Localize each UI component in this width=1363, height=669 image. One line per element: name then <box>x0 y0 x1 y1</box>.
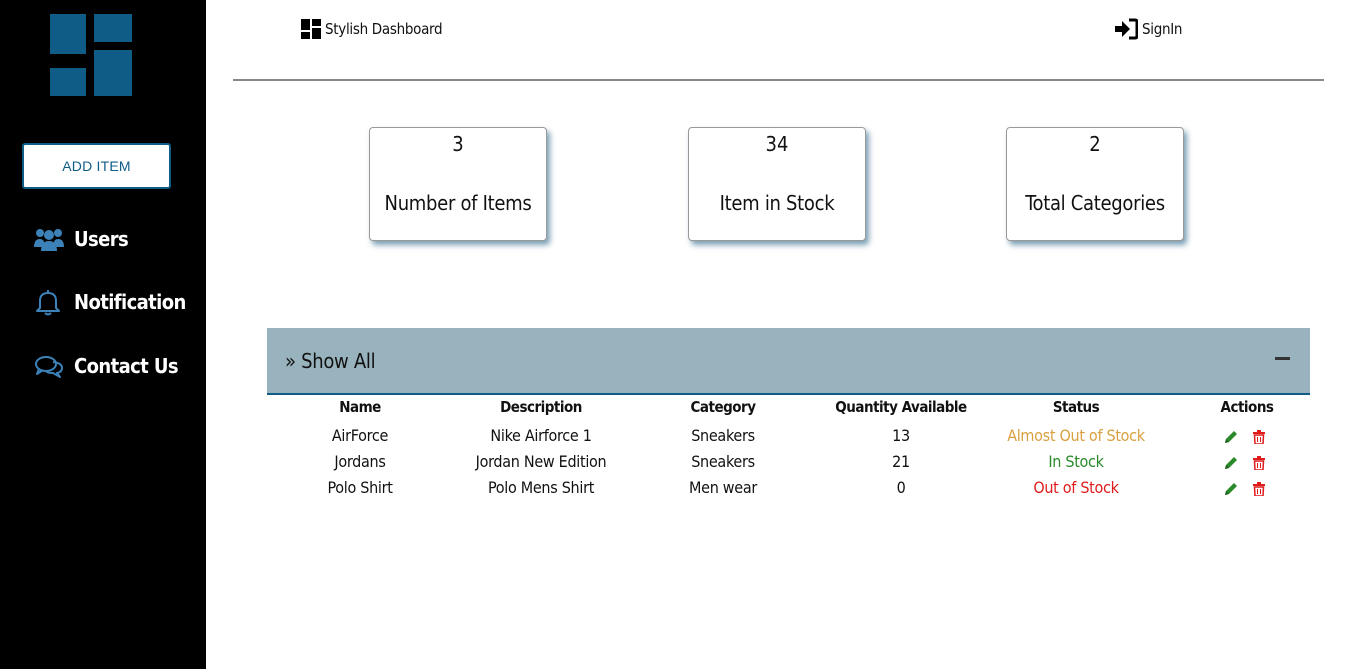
header-divider <box>233 79 1324 81</box>
brand[interactable]: Stylish Dashboard <box>300 18 443 40</box>
column-header: Category <box>690 398 756 416</box>
signin-link[interactable]: SignIn <box>1114 18 1182 40</box>
stat-card-stock: 34 Item in Stock <box>688 127 866 241</box>
brand-title: Stylish Dashboard <box>325 20 443 38</box>
cell-description: Nike Airforce 1 <box>490 426 592 445</box>
cell-name: AirForce <box>331 426 389 445</box>
sign-in-icon <box>1114 18 1139 40</box>
delete-icon[interactable] <box>1251 429 1267 445</box>
delete-icon[interactable] <box>1251 481 1267 497</box>
table-row: Polo Shirt Polo Mens Shirt Men wear 0 Ou… <box>267 478 1310 504</box>
column-header: Description <box>500 398 582 416</box>
panel-title: » Show All <box>285 349 376 373</box>
column-header: Actions <box>1220 398 1274 416</box>
sidebar-item-label: Contact Us <box>74 354 179 378</box>
sidebar-item-label: Users <box>74 227 129 251</box>
edit-icon[interactable] <box>1223 481 1239 497</box>
sidebar-item-contact-us[interactable]: Contact Us <box>34 352 179 380</box>
cell-name: Jordans <box>334 452 386 471</box>
chat-icon <box>34 352 66 380</box>
edit-icon[interactable] <box>1223 455 1239 471</box>
column-header: Status <box>1052 398 1100 416</box>
cell-status: Out of Stock <box>1033 478 1119 497</box>
cell-quantity: 0 <box>896 478 906 497</box>
users-icon <box>34 225 66 253</box>
stat-label: Item in Stock <box>719 191 835 215</box>
stat-label: Number of Items <box>384 191 532 215</box>
sidebar-item-notification[interactable]: Notification <box>34 288 186 316</box>
cell-description: Jordan New Edition <box>475 452 607 471</box>
collapse-icon[interactable] <box>1275 357 1290 360</box>
show-all-panel-header[interactable]: » Show All <box>267 328 1310 395</box>
sidebar: ADD ITEM Users Notification Contact Us <box>0 0 206 669</box>
cell-quantity: 13 <box>892 426 910 445</box>
column-header: Quantity Available <box>835 398 967 416</box>
row-actions <box>1223 455 1267 471</box>
table-row: AirForce Nike Airforce 1 Sneakers 13 Alm… <box>267 426 1310 452</box>
logo <box>50 14 132 96</box>
row-actions <box>1223 481 1267 497</box>
cell-status: Almost Out of Stock <box>1007 426 1145 445</box>
cell-name: Polo Shirt <box>327 478 393 497</box>
bell-icon <box>34 288 66 316</box>
cell-category: Sneakers <box>691 426 755 445</box>
table-row: Jordans Jordan New Edition Sneakers 21 I… <box>267 452 1310 478</box>
edit-icon[interactable] <box>1223 429 1239 445</box>
dashboard-icon <box>300 18 322 40</box>
row-actions <box>1223 429 1267 445</box>
delete-icon[interactable] <box>1251 455 1267 471</box>
cell-category: Sneakers <box>691 452 755 471</box>
stat-value: 2 <box>1089 132 1101 156</box>
sidebar-item-users[interactable]: Users <box>34 225 129 253</box>
cell-category: Men wear <box>689 478 757 497</box>
cell-quantity: 21 <box>892 452 910 471</box>
stat-value: 3 <box>452 132 464 156</box>
table-header-row: Name Description Category Quantity Avail… <box>267 398 1310 424</box>
cell-description: Polo Mens Shirt <box>487 478 595 497</box>
column-header: Name <box>339 398 381 416</box>
stat-card-categories: 2 Total Categories <box>1006 127 1184 241</box>
stat-value: 34 <box>765 132 789 156</box>
add-item-button[interactable]: ADD ITEM <box>22 143 171 189</box>
sidebar-item-label: Notification <box>74 290 186 314</box>
cell-status: In Stock <box>1048 452 1104 471</box>
stat-card-items: 3 Number of Items <box>369 127 547 241</box>
stat-label: Total Categories <box>1025 191 1165 215</box>
signin-label: SignIn <box>1142 20 1183 38</box>
